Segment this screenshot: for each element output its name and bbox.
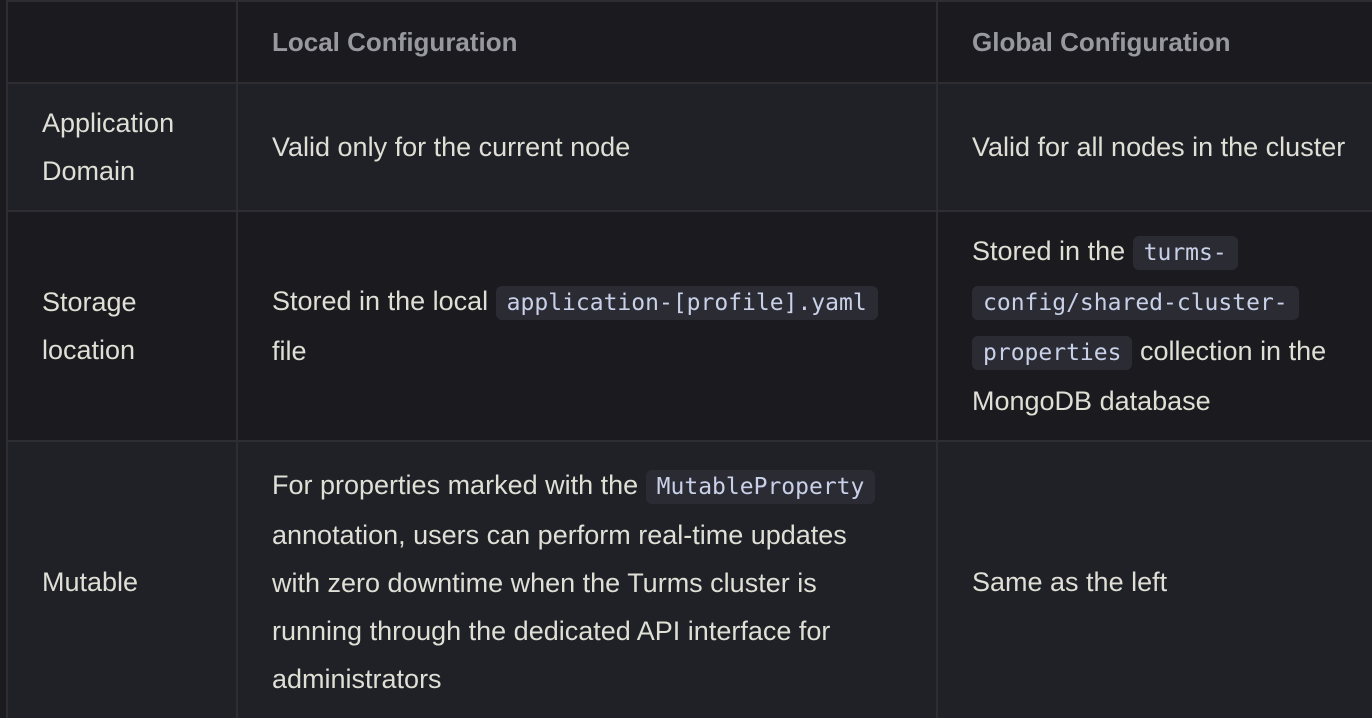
cell-local-mutable: For properties marked with the MutablePr… <box>236 440 938 718</box>
row-label-mutable: Mutable <box>6 440 238 718</box>
row-label-storage-location: Storage location <box>6 210 238 442</box>
cell-text: For properties marked with the <box>272 470 639 500</box>
inline-code-annotation: MutableProperty <box>645 470 876 504</box>
cell-global-application-domain: Valid for all nodes in the cluster <box>936 82 1372 212</box>
cell-global-storage-location: Stored in the turms-config/shared-cluste… <box>936 210 1372 442</box>
cell-text: Stored in the local <box>272 286 489 316</box>
table-header-row: Local Configuration Global Configuration <box>6 0 1372 84</box>
header-local-configuration: Local Configuration <box>236 0 938 84</box>
page: Local Configuration Global Configuration… <box>0 0 1372 718</box>
inline-code-filename: application-[profile].yaml <box>495 286 878 320</box>
cell-global-mutable: Same as the left <box>936 440 1372 718</box>
row-label-application-domain: Application Domain <box>6 82 238 212</box>
table-row: Storage location Stored in the local app… <box>6 210 1372 442</box>
header-global-configuration: Global Configuration <box>936 0 1372 84</box>
header-empty-cell <box>6 0 238 84</box>
table-row: Mutable For properties marked with the M… <box>6 440 1372 718</box>
cell-text: file <box>272 336 307 366</box>
cell-text: Stored in the <box>972 236 1126 266</box>
cell-local-application-domain: Valid only for the current node <box>236 82 938 212</box>
cell-local-storage-location: Stored in the local application-[profile… <box>236 210 938 442</box>
cell-text: annotation, users can perform real-time … <box>272 520 847 694</box>
configuration-comparison-table: Local Configuration Global Configuration… <box>6 0 1372 718</box>
table-row: Application Domain Valid only for the cu… <box>6 82 1372 212</box>
